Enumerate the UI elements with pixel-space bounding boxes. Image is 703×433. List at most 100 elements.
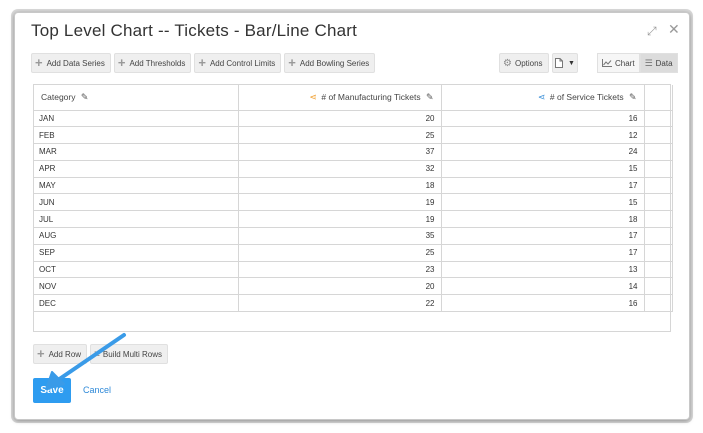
- empty-cell[interactable]: [644, 244, 673, 262]
- add-thresholds-label: Add Thresholds: [129, 58, 186, 68]
- document-icon: [555, 58, 564, 68]
- category-cell[interactable]: FEB: [34, 126, 239, 145]
- pencil-icon[interactable]: ✎: [81, 92, 89, 102]
- share-icon: ⋖: [537, 91, 546, 102]
- save-button[interactable]: Save: [33, 378, 71, 403]
- add-row-button[interactable]: + Add Row: [33, 344, 88, 364]
- manufacturing-cell[interactable]: 20: [238, 110, 442, 128]
- category-cell[interactable]: OCT: [34, 261, 239, 279]
- pencil-icon[interactable]: ✎: [629, 92, 637, 102]
- tab-chart-label: Chart: [615, 58, 635, 68]
- category-cell[interactable]: APR: [34, 160, 239, 178]
- plus-icon: +: [37, 346, 45, 361]
- table-header-row: Category ✎ ⋖ # of Manufacturing Tickets …: [34, 85, 673, 111]
- add-data-series-label: Add Data Series: [46, 58, 105, 68]
- options-group: ⚙ Options: [499, 53, 549, 73]
- empty-cell[interactable]: [644, 261, 673, 279]
- plus-icon: +: [117, 55, 126, 70]
- dialog-title: Top Level Chart -- Tickets - Bar/Line Ch…: [31, 21, 358, 40]
- manufacturing-cell[interactable]: 19: [238, 193, 442, 212]
- cancel-link[interactable]: Cancel: [83, 385, 111, 395]
- category-cell[interactable]: MAR: [34, 143, 239, 161]
- service-cell[interactable]: 13: [441, 261, 645, 279]
- manufacturing-cell[interactable]: 20: [238, 277, 442, 296]
- service-cell[interactable]: 17: [441, 244, 645, 262]
- manufacturing-cell[interactable]: 37: [238, 143, 442, 161]
- manufacturing-cell[interactable]: 22: [238, 294, 442, 313]
- table-row: MAY 18 17: [34, 177, 673, 195]
- category-cell[interactable]: NOV: [34, 277, 239, 296]
- service-cell[interactable]: 12: [441, 126, 645, 145]
- empty-cell[interactable]: [644, 160, 673, 178]
- expand-icon[interactable]: ⤢: [647, 25, 657, 37]
- tab-data[interactable]: ☰ Data: [639, 53, 678, 73]
- manufacturing-column-header[interactable]: ⋖ # of Manufacturing Tickets ✎: [238, 85, 442, 111]
- add-row-label: Add Row: [48, 349, 82, 359]
- add-thresholds-button[interactable]: + Add Thresholds: [113, 53, 192, 73]
- empty-cell[interactable]: [644, 227, 673, 245]
- empty-cell[interactable]: [644, 210, 673, 229]
- service-cell[interactable]: 17: [441, 227, 645, 245]
- table-row: JAN 20 16: [34, 110, 673, 128]
- line-chart-icon: [602, 59, 612, 67]
- service-cell[interactable]: 24: [441, 143, 645, 161]
- build-multi-rows-button[interactable]: ≡ Build Multi Rows: [90, 344, 169, 364]
- category-cell[interactable]: JAN: [34, 110, 239, 128]
- table-row: SEP 25 17: [34, 244, 673, 262]
- category-cell[interactable]: JUL: [34, 210, 239, 229]
- service-cell[interactable]: 14: [441, 277, 645, 296]
- manufacturing-cell[interactable]: 18: [238, 177, 442, 195]
- empty-cell[interactable]: [644, 294, 673, 313]
- empty-cell[interactable]: [644, 126, 673, 145]
- plus-icon: +: [35, 55, 43, 70]
- category-cell[interactable]: JUN: [34, 193, 239, 212]
- table-row: APR 32 15: [34, 160, 673, 178]
- manufacturing-cell[interactable]: 25: [238, 244, 442, 262]
- row-actions: + Add Row ≡ Build Multi Rows: [33, 344, 169, 364]
- service-cell[interactable]: 15: [441, 160, 645, 178]
- manufacturing-cell[interactable]: 35: [238, 227, 442, 245]
- manufacturing-cell[interactable]: 25: [238, 126, 442, 145]
- data-grid: Category ✎ ⋖ # of Manufacturing Tickets …: [33, 84, 673, 332]
- service-cell[interactable]: 17: [441, 177, 645, 195]
- tab-chart[interactable]: Chart: [597, 53, 640, 73]
- add-control-limits-button[interactable]: + Add Control Limits: [194, 53, 282, 73]
- options-label: Options: [514, 58, 543, 68]
- service-column-header[interactable]: ⋖ # of Service Tickets ✎: [441, 85, 645, 111]
- service-cell[interactable]: 18: [441, 210, 645, 229]
- category-header-label: Category: [41, 91, 76, 102]
- service-cell[interactable]: 16: [441, 110, 645, 128]
- manufacturing-cell[interactable]: 32: [238, 160, 442, 178]
- close-icon[interactable]: ✕: [668, 22, 680, 36]
- chart-editor-dialog: Top Level Chart -- Tickets - Bar/Line Ch…: [14, 12, 690, 420]
- empty-cell[interactable]: [644, 143, 673, 161]
- manufacturing-cell[interactable]: 19: [238, 210, 442, 229]
- empty-cell[interactable]: [644, 177, 673, 195]
- plus-icon: +: [288, 55, 296, 70]
- category-cell[interactable]: MAY: [34, 177, 239, 195]
- add-bowling-series-button[interactable]: + Add Bowling Series: [284, 53, 376, 73]
- empty-cell[interactable]: [644, 277, 673, 296]
- service-cell[interactable]: 15: [441, 193, 645, 212]
- category-cell[interactable]: AUG: [34, 227, 239, 245]
- category-column-header[interactable]: Category ✎: [34, 85, 239, 111]
- build-multi-rows-label: Build Multi Rows: [102, 349, 163, 359]
- category-cell[interactable]: DEC: [34, 294, 239, 313]
- chevron-down-icon: ▼: [568, 59, 575, 67]
- list-icon: ☰: [644, 57, 653, 68]
- empty-cell[interactable]: [644, 193, 673, 212]
- category-cell[interactable]: SEP: [34, 244, 239, 262]
- export-dropdown-button[interactable]: ▼: [552, 53, 578, 73]
- table-row: FEB 25 12: [34, 126, 673, 145]
- empty-cell[interactable]: [644, 110, 673, 128]
- add-data-series-button[interactable]: + Add Data Series: [31, 53, 111, 73]
- table-row: MAR 37 24: [34, 143, 673, 161]
- pencil-icon[interactable]: ✎: [426, 92, 434, 102]
- manufacturing-cell[interactable]: 23: [238, 261, 442, 279]
- service-cell[interactable]: 16: [441, 294, 645, 313]
- table-row: DEC 22 16: [34, 294, 673, 313]
- options-button[interactable]: ⚙ Options: [499, 53, 549, 73]
- table-row: OCT 23 13: [34, 261, 673, 279]
- view-toggle: Chart ☰ Data: [597, 53, 678, 73]
- manufacturing-header-label: # of Manufacturing Tickets: [321, 91, 421, 102]
